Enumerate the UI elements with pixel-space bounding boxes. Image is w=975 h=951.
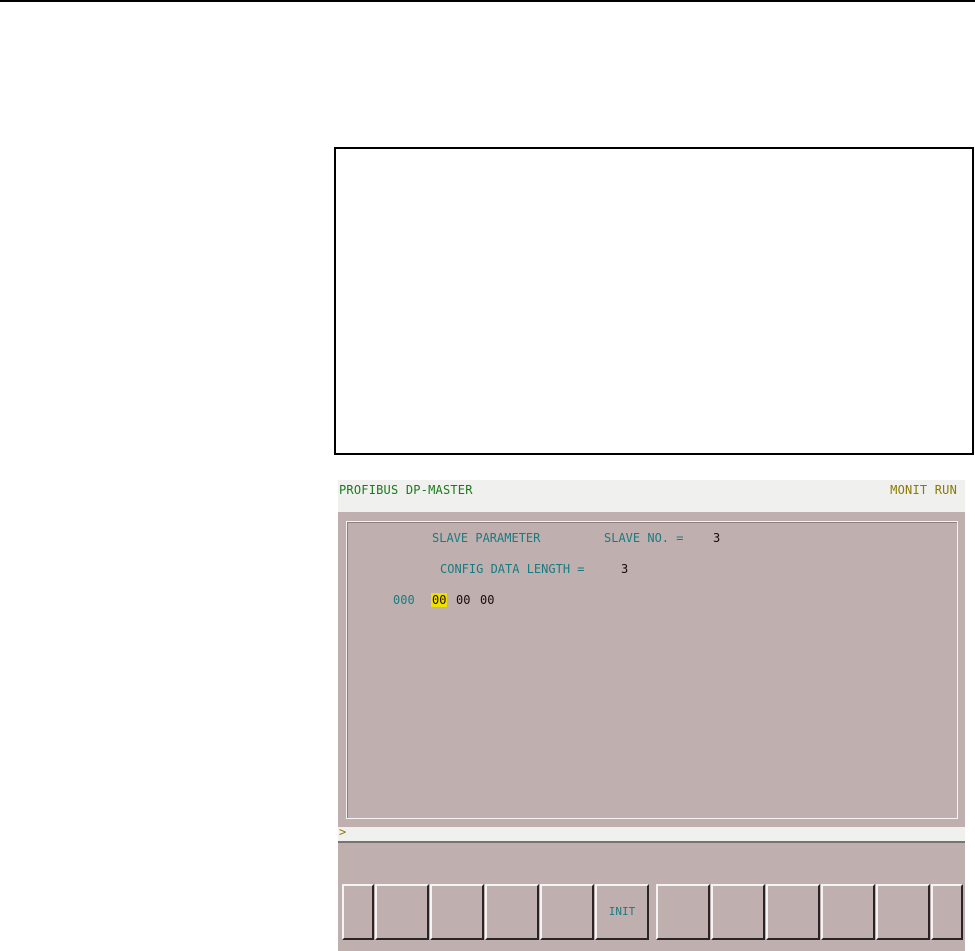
softkey-right-continue[interactable] <box>931 884 963 940</box>
config-byte[interactable]: 00 <box>456 593 470 607</box>
softkey-6[interactable] <box>656 884 710 940</box>
softkey-2[interactable] <box>430 884 484 940</box>
softkey-left-return[interactable] <box>342 884 374 940</box>
softkey-8[interactable] <box>766 884 820 940</box>
parameter-panel: SLAVE PARAMETER SLAVE NO. = 3 CONFIG DAT… <box>346 521 958 819</box>
slave-parameter-heading: SLAVE PARAMETER <box>432 531 541 545</box>
config-length-label: CONFIG DATA LENGTH = <box>440 562 585 576</box>
softkey-init[interactable]: INIT <box>595 884 649 940</box>
softkey-7[interactable] <box>711 884 765 940</box>
input-prompt: > <box>339 825 347 839</box>
title-bar: PROFIBUS DP-MASTER MONIT RUN <box>338 480 965 512</box>
softkey-10[interactable] <box>876 884 930 940</box>
cnc-screen: PROFIBUS DP-MASTER MONIT RUN SLAVE PARAM… <box>338 480 965 951</box>
row-address: 000 <box>393 593 415 607</box>
slave-no-label: SLAVE NO. = <box>604 531 684 545</box>
soft-key-bar: INIT <box>342 884 965 942</box>
softkey-3[interactable] <box>485 884 539 940</box>
config-byte[interactable]: 00 <box>480 593 494 607</box>
softkey-4[interactable] <box>540 884 594 940</box>
key-input-line[interactable]: > <box>338 825 965 843</box>
config-byte-cursor[interactable]: 00 <box>431 593 448 607</box>
screen-title: PROFIBUS DP-MASTER <box>339 483 473 497</box>
mode-status: MONIT RUN <box>890 483 957 497</box>
softkey-1[interactable] <box>375 884 429 940</box>
softkey-9[interactable] <box>821 884 875 940</box>
config-length-value: 3 <box>621 562 629 576</box>
empty-figure-frame <box>334 147 974 455</box>
slave-no-value: 3 <box>713 531 721 545</box>
top-rule <box>0 0 975 2</box>
